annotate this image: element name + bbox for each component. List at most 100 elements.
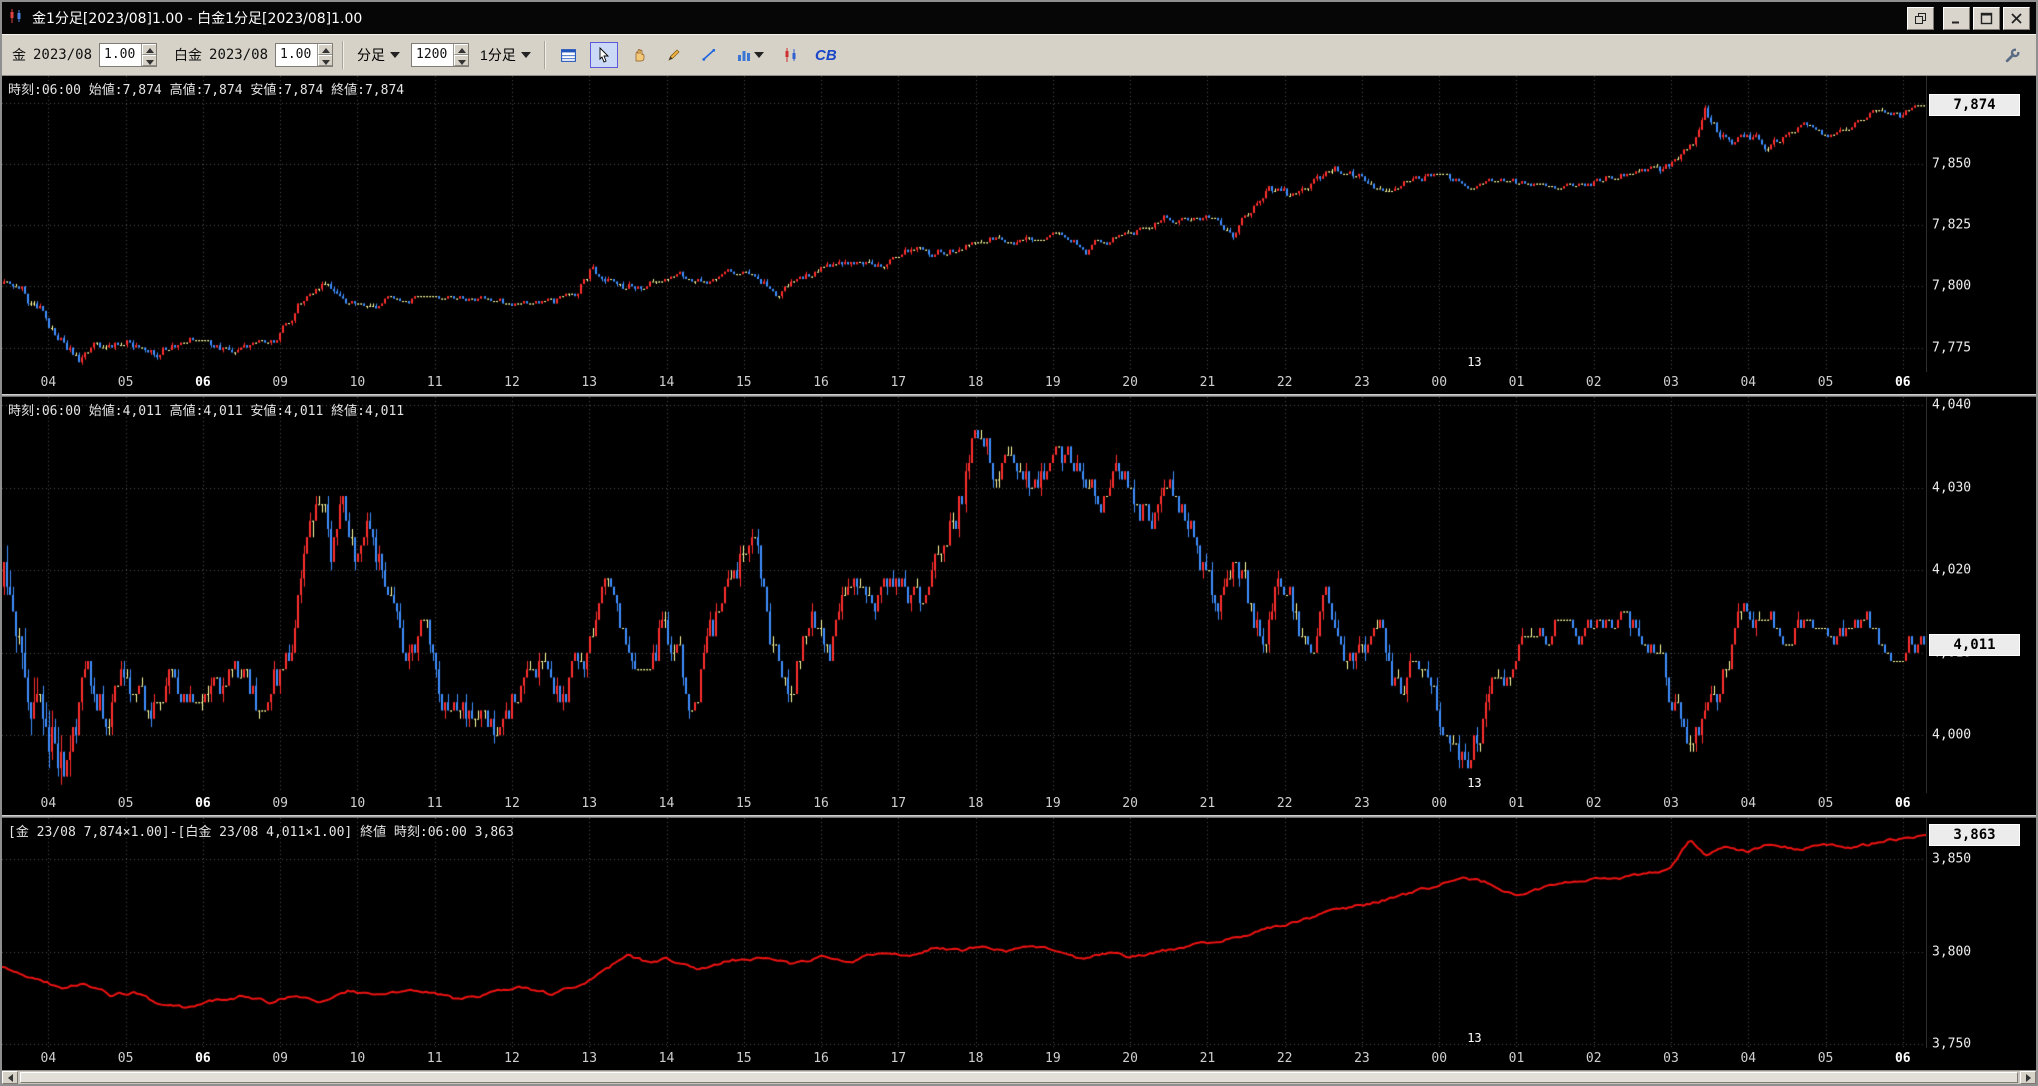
- spin-up-button[interactable]: [142, 44, 157, 55]
- price-tick-label: 4,040: [1932, 397, 1972, 413]
- maximize-button[interactable]: [1973, 6, 2000, 30]
- time-tick-label: 11: [426, 1051, 443, 1066]
- platinum-label: 白金: [174, 48, 203, 64]
- period-dropdown[interactable]: 分足: [353, 43, 404, 67]
- time-tick-label: 21: [1199, 796, 1216, 811]
- date-label: 13: [1467, 776, 1482, 790]
- time-tick-label: 18: [967, 375, 984, 390]
- platinum-panel: 時刻:06:00 始値:4,011 高値:4,011 安値:4,011 終値:4…: [2, 397, 2036, 815]
- platinum-chart-canvas[interactable]: [2, 397, 1926, 793]
- time-tick-label: 16: [813, 1051, 829, 1066]
- spin-up-button[interactable]: [318, 44, 333, 55]
- gold-month-field[interactable]: 2023/08: [33, 47, 92, 63]
- platinum-multiplier-value: 1.00: [280, 47, 312, 62]
- cursor-tool-button[interactable]: [589, 42, 618, 68]
- timeframe-dropdown-label: 1分足: [480, 47, 516, 63]
- time-tick-label: 19: [1045, 1051, 1061, 1066]
- gold-plot[interactable]: 時刻:06:00 始値:7,874 高値:7,874 安値:7,874 終値:7…: [2, 76, 1926, 372]
- gold-price-axis[interactable]: 7,7757,8007,8257,8507,875 7,874: [1926, 76, 2036, 372]
- cb-tool-button[interactable]: CB: [812, 42, 840, 68]
- time-tick-label: 18: [967, 796, 984, 811]
- spread-chart-canvas[interactable]: [2, 818, 1926, 1048]
- pencil-icon: [668, 49, 680, 61]
- time-tick-label: 12: [504, 796, 520, 811]
- minimize-icon: [1952, 21, 1959, 23]
- time-tick-label: 05: [117, 1051, 134, 1066]
- spread-price-axis[interactable]: 3,750 3,800 3,850 3,863: [1926, 818, 2036, 1052]
- platinum-multiplier-spinner[interactable]: 1.00: [275, 43, 334, 67]
- time-tick-label: 20: [1122, 375, 1138, 390]
- spread-time-axis[interactable]: 04 05 06 09 10 11 12 13 14 15 16 17 18 19 20 21 22 23 00 01…: [2, 1048, 1926, 1070]
- time-tick-label: 21: [1199, 1051, 1216, 1066]
- quote-board-button[interactable]: [555, 42, 583, 68]
- title-bar: 金1分足[2023/08]1.00 - 白金1分足[2023/08]1.00: [2, 2, 2036, 34]
- platinum-price-axis[interactable]: 4,0004,0104,0204,0304,040 4,011: [1926, 397, 2036, 793]
- bar-chart-icon: [737, 51, 750, 61]
- bar-count-spinner[interactable]: 1200: [411, 43, 470, 67]
- time-tick-label: 02: [1585, 1051, 1602, 1066]
- time-tick-label: 06: [1894, 1051, 1911, 1066]
- time-tick-label: 15: [735, 375, 752, 390]
- gold-chart-canvas[interactable]: [2, 76, 1926, 372]
- scroll-left-button[interactable]: [2, 1071, 18, 1084]
- time-tick-label: 00: [1431, 796, 1448, 811]
- minimize-button[interactable]: [1943, 6, 1970, 30]
- time-tick-label: 20: [1122, 1051, 1138, 1066]
- bar-count-value: 1200: [416, 47, 448, 62]
- chevron-down-icon: [520, 52, 531, 58]
- price-tick-label: 3,800: [1932, 944, 1972, 960]
- time-tick-label: 16: [813, 375, 829, 390]
- spin-down-button[interactable]: [454, 55, 469, 66]
- time-tick-label: 06: [1894, 796, 1911, 811]
- time-tick-label: 06: [195, 375, 211, 390]
- spread-plot[interactable]: [金 23/08 7,874×1.00]-[白金 23/08 4,011×1.0…: [2, 818, 1926, 1048]
- platinum-month-field[interactable]: 2023/08: [209, 47, 268, 63]
- float-window-icon: [1915, 12, 1926, 24]
- gold-multiplier-spinner[interactable]: 1.00: [99, 43, 158, 67]
- chevron-down-icon: [390, 52, 401, 58]
- scrollbar-thumb[interactable]: [20, 1072, 2018, 1083]
- scroll-right-button[interactable]: [2020, 1071, 2036, 1084]
- platinum-price-badge: 4,011: [1929, 633, 2020, 656]
- platinum-plot[interactable]: 時刻:06:00 始値:4,011 高値:4,011 安値:4,011 終値:4…: [2, 397, 1926, 793]
- pan-hand-icon: [635, 49, 645, 62]
- settings-wrench-button[interactable]: [1998, 42, 2026, 68]
- timeframe-dropdown[interactable]: 1分足: [476, 43, 535, 67]
- platinum-time-axis[interactable]: 04 05 06 09 10 11 12 13 14 15 16 17 18 19 20 21 22 23 00 01…: [2, 793, 1926, 815]
- trendline-tool-button[interactable]: [695, 42, 723, 68]
- time-tick-label: 05: [1817, 375, 1834, 390]
- toolbar-separator: [342, 41, 345, 69]
- spin-up-button[interactable]: [454, 44, 469, 55]
- horizontal-scrollbar[interactable]: [2, 1070, 2036, 1084]
- time-tick-label: 23: [1354, 796, 1370, 811]
- price-tick-label: 7,825: [1932, 217, 1972, 233]
- close-button[interactable]: [2003, 6, 2030, 30]
- draw-pencil-button[interactable]: [660, 42, 688, 68]
- time-tick-label: 13: [581, 375, 598, 390]
- time-tick-label: 10: [349, 796, 366, 811]
- time-tick-label: 06: [195, 796, 211, 811]
- time-tick-label: 13: [581, 1051, 598, 1066]
- time-tick-label: 18: [967, 1051, 984, 1066]
- time-tick-label: 09: [272, 1051, 288, 1066]
- time-tick-label: 12: [504, 375, 520, 390]
- time-tick-label: 14: [658, 375, 675, 390]
- gold-info-text: 時刻:06:00 始値:7,874 高値:7,874 安値:7,874 終値:7…: [8, 83, 405, 98]
- time-tick-label: 11: [426, 796, 443, 811]
- price-tick-label: 4,030: [1932, 480, 1972, 496]
- gold-time-axis[interactable]: 04 05 06 09 10 11 12 13 14 15 16 17 18 19 20 21 22 23 00 01…: [2, 372, 1926, 394]
- time-tick-label: 19: [1045, 375, 1061, 390]
- spin-down-button[interactable]: [318, 55, 333, 66]
- chart-type-button[interactable]: [777, 42, 805, 68]
- time-tick-label: 17: [890, 796, 907, 811]
- time-tick-label: 01: [1508, 1051, 1525, 1066]
- gold-multiplier-value: 1.00: [104, 47, 136, 62]
- indicator-dropdown-button[interactable]: [730, 42, 770, 68]
- float-window-button[interactable]: [1907, 6, 1934, 30]
- pan-tool-button[interactable]: [625, 42, 653, 68]
- arrow-right-icon: [2025, 1073, 2031, 1082]
- spin-down-button[interactable]: [142, 55, 157, 66]
- time-tick-label: 04: [1740, 796, 1757, 811]
- cb-icon: CB: [814, 46, 837, 64]
- toolbar: 金 2023/08 1.00 白金 2023/08 1.00 分足 1200 1…: [2, 34, 2036, 76]
